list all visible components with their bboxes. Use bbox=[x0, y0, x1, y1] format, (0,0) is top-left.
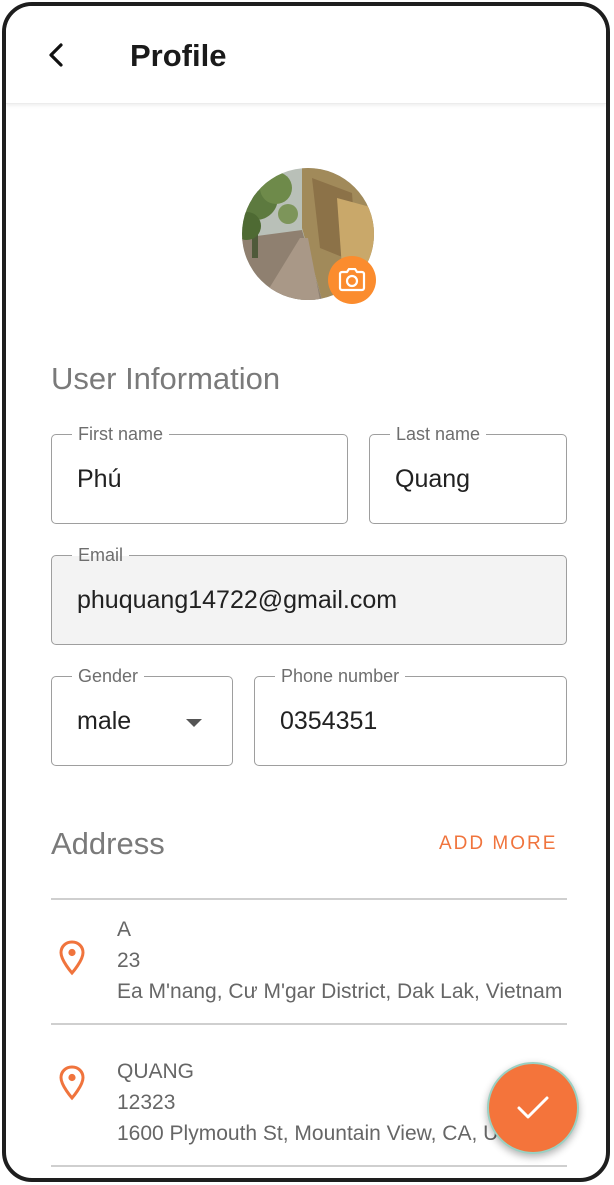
last-name-label: Last name bbox=[390, 423, 487, 445]
email-value: phuquang14722@gmail.com bbox=[77, 586, 398, 614]
gender-label: Gender bbox=[72, 665, 145, 687]
gender-value: male bbox=[77, 707, 132, 735]
add-more-button[interactable]: ADD MORE bbox=[439, 833, 557, 855]
check-icon bbox=[517, 1096, 549, 1119]
last-name-value: Quang bbox=[395, 465, 471, 493]
first-name-value: Phú bbox=[77, 465, 122, 493]
chevron-left-icon bbox=[49, 43, 63, 67]
first-name-field[interactable]: First name Phú bbox=[51, 423, 348, 524]
address-name: QUANG bbox=[117, 1060, 195, 1083]
first-name-label: First name bbox=[72, 423, 170, 445]
divider bbox=[51, 1165, 567, 1167]
phone-number-field[interactable]: Phone number 0354351 bbox=[254, 665, 567, 766]
save-button[interactable] bbox=[487, 1062, 579, 1154]
address-phone: 12323 bbox=[117, 1091, 176, 1114]
section-title-address: Address bbox=[51, 826, 165, 861]
last-name-field[interactable]: Last name Quang bbox=[369, 423, 567, 524]
address-item[interactable]: A 23 Ea M'nang, Cư M'gar District, Dak L… bbox=[51, 900, 567, 1040]
email-field: Email phuquang14722@gmail.com bbox=[51, 544, 567, 645]
app-bar: Profile bbox=[6, 6, 606, 104]
phone-frame: Profile User Information First name Phú … bbox=[2, 2, 610, 1182]
location-pin-icon bbox=[59, 940, 85, 976]
phone-number-label: Phone number bbox=[275, 665, 406, 687]
back-button[interactable] bbox=[42, 40, 72, 70]
page-title: Profile bbox=[130, 38, 227, 73]
address-name: A bbox=[117, 918, 132, 941]
caret-down-icon bbox=[186, 719, 202, 727]
camera-icon bbox=[338, 268, 366, 292]
location-pin-icon bbox=[59, 1065, 85, 1101]
address-text: Ea M'nang, Cư M'gar District, Dak Lak, V… bbox=[117, 980, 563, 1003]
gender-select[interactable]: Gender male bbox=[51, 665, 233, 766]
address-text: 1600 Plymouth St, Mountain View, CA, USA bbox=[117, 1122, 527, 1145]
change-photo-button[interactable] bbox=[328, 256, 376, 304]
email-label: Email bbox=[72, 544, 130, 566]
phone-number-value: 0354351 bbox=[280, 707, 378, 735]
address-phone: 23 bbox=[117, 949, 141, 972]
section-title-user-information: User Information bbox=[51, 361, 281, 396]
